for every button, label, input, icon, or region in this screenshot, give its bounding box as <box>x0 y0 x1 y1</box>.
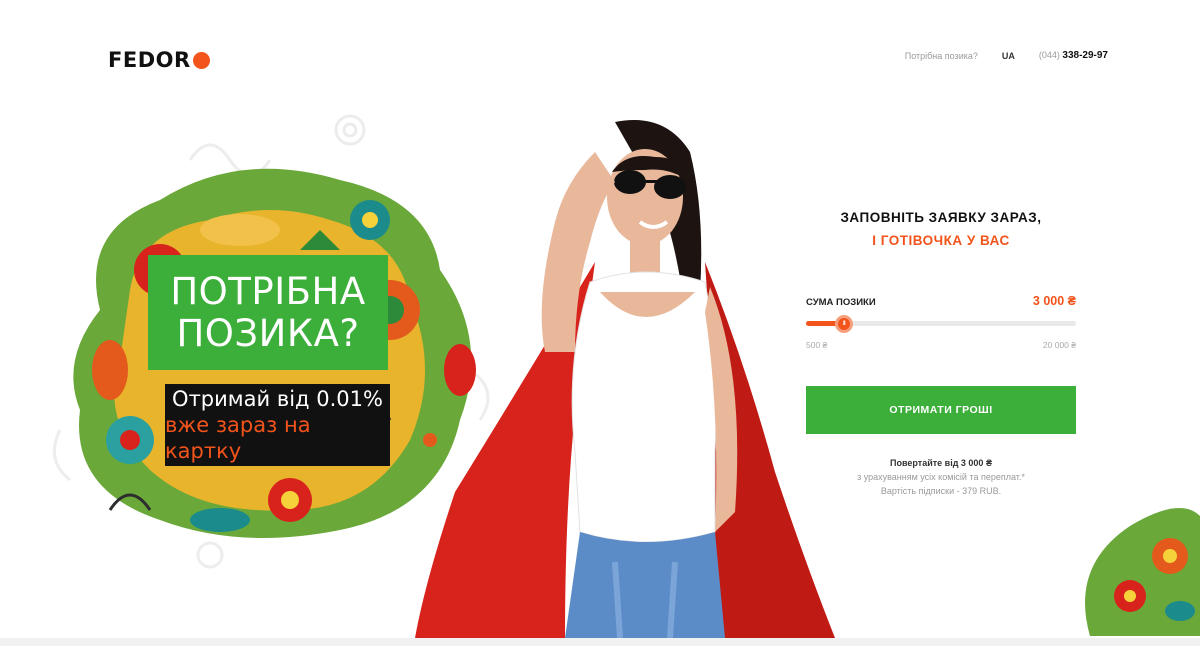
loan-application-form: ЗАПОВНІТЬ ЗАЯВКУ ЗАРАЗ, І ГОТІВОЧКА У ВА… <box>806 210 1076 498</box>
promo-title-line2: ПОЗИКА? <box>176 311 360 355</box>
phone-digits: 338-29-97 <box>1062 50 1108 61</box>
promo-card-text: вже зараз на картку <box>165 413 311 463</box>
promo-rate-text: Отримай від 0.01% <box>172 387 383 411</box>
form-subheading: І ГОТІВОЧКА У ВАС <box>872 233 1010 248</box>
doodle-art-corner <box>1085 508 1200 636</box>
nav-loan-question-link[interactable]: Потрібна позика? <box>905 51 978 61</box>
logo[interactable]: FEDOR <box>108 48 210 72</box>
range-min-label: 500 ₴ <box>806 340 828 350</box>
amount-row: СУМА ПОЗИКИ 3 000 ₴ <box>806 294 1076 308</box>
promo-rate-card: Отримай від 0.01% вже зараз на картку <box>165 384 390 466</box>
loan-amount-slider[interactable]: III <box>806 315 1076 333</box>
slider-grip-icon: III <box>842 321 846 327</box>
repay-fees-text: з урахуванням усіх комісій та переплат.* <box>857 472 1025 482</box>
language-switcher[interactable]: UA <box>1002 51 1015 61</box>
hero-woman-image <box>415 120 835 638</box>
repayment-info: Повертайте від 3 000 ₴ з урахуванням усі… <box>806 456 1076 498</box>
phone-number[interactable]: (044) 338-29-97 <box>1039 50 1108 61</box>
phone-code: (044) <box>1038 50 1060 60</box>
range-max-label: 20 000 ₴ <box>1042 340 1076 350</box>
repay-amount-text: Повертайте від 3 000 ₴ <box>890 458 992 468</box>
top-navigation: Потрібна позика? UA (044) 338-29-97 <box>905 50 1108 61</box>
logo-text: FEDOR <box>108 48 191 72</box>
promo-headline-card: ПОТРІБНА ПОЗИКА? <box>148 255 388 370</box>
subscription-cost-text: Вартість підписки - 379 RUB. <box>880 486 1002 496</box>
get-money-button[interactable]: ОТРИМАТИ ГРОШІ <box>806 386 1076 434</box>
promo-title-line1: ПОТРІБНА <box>170 269 366 313</box>
slider-thumb[interactable]: III <box>834 315 853 333</box>
slider-range: 500 ₴ 20 000 ₴ <box>806 340 1076 350</box>
form-heading: ЗАПОВНІТЬ ЗАЯВКУ ЗАРАЗ, <box>840 210 1042 225</box>
logo-dot-icon <box>192 51 210 69</box>
bottom-strip <box>0 638 1200 646</box>
amount-label: СУМА ПОЗИКИ <box>806 297 876 308</box>
amount-value: 3 000 ₴ <box>1032 294 1076 308</box>
